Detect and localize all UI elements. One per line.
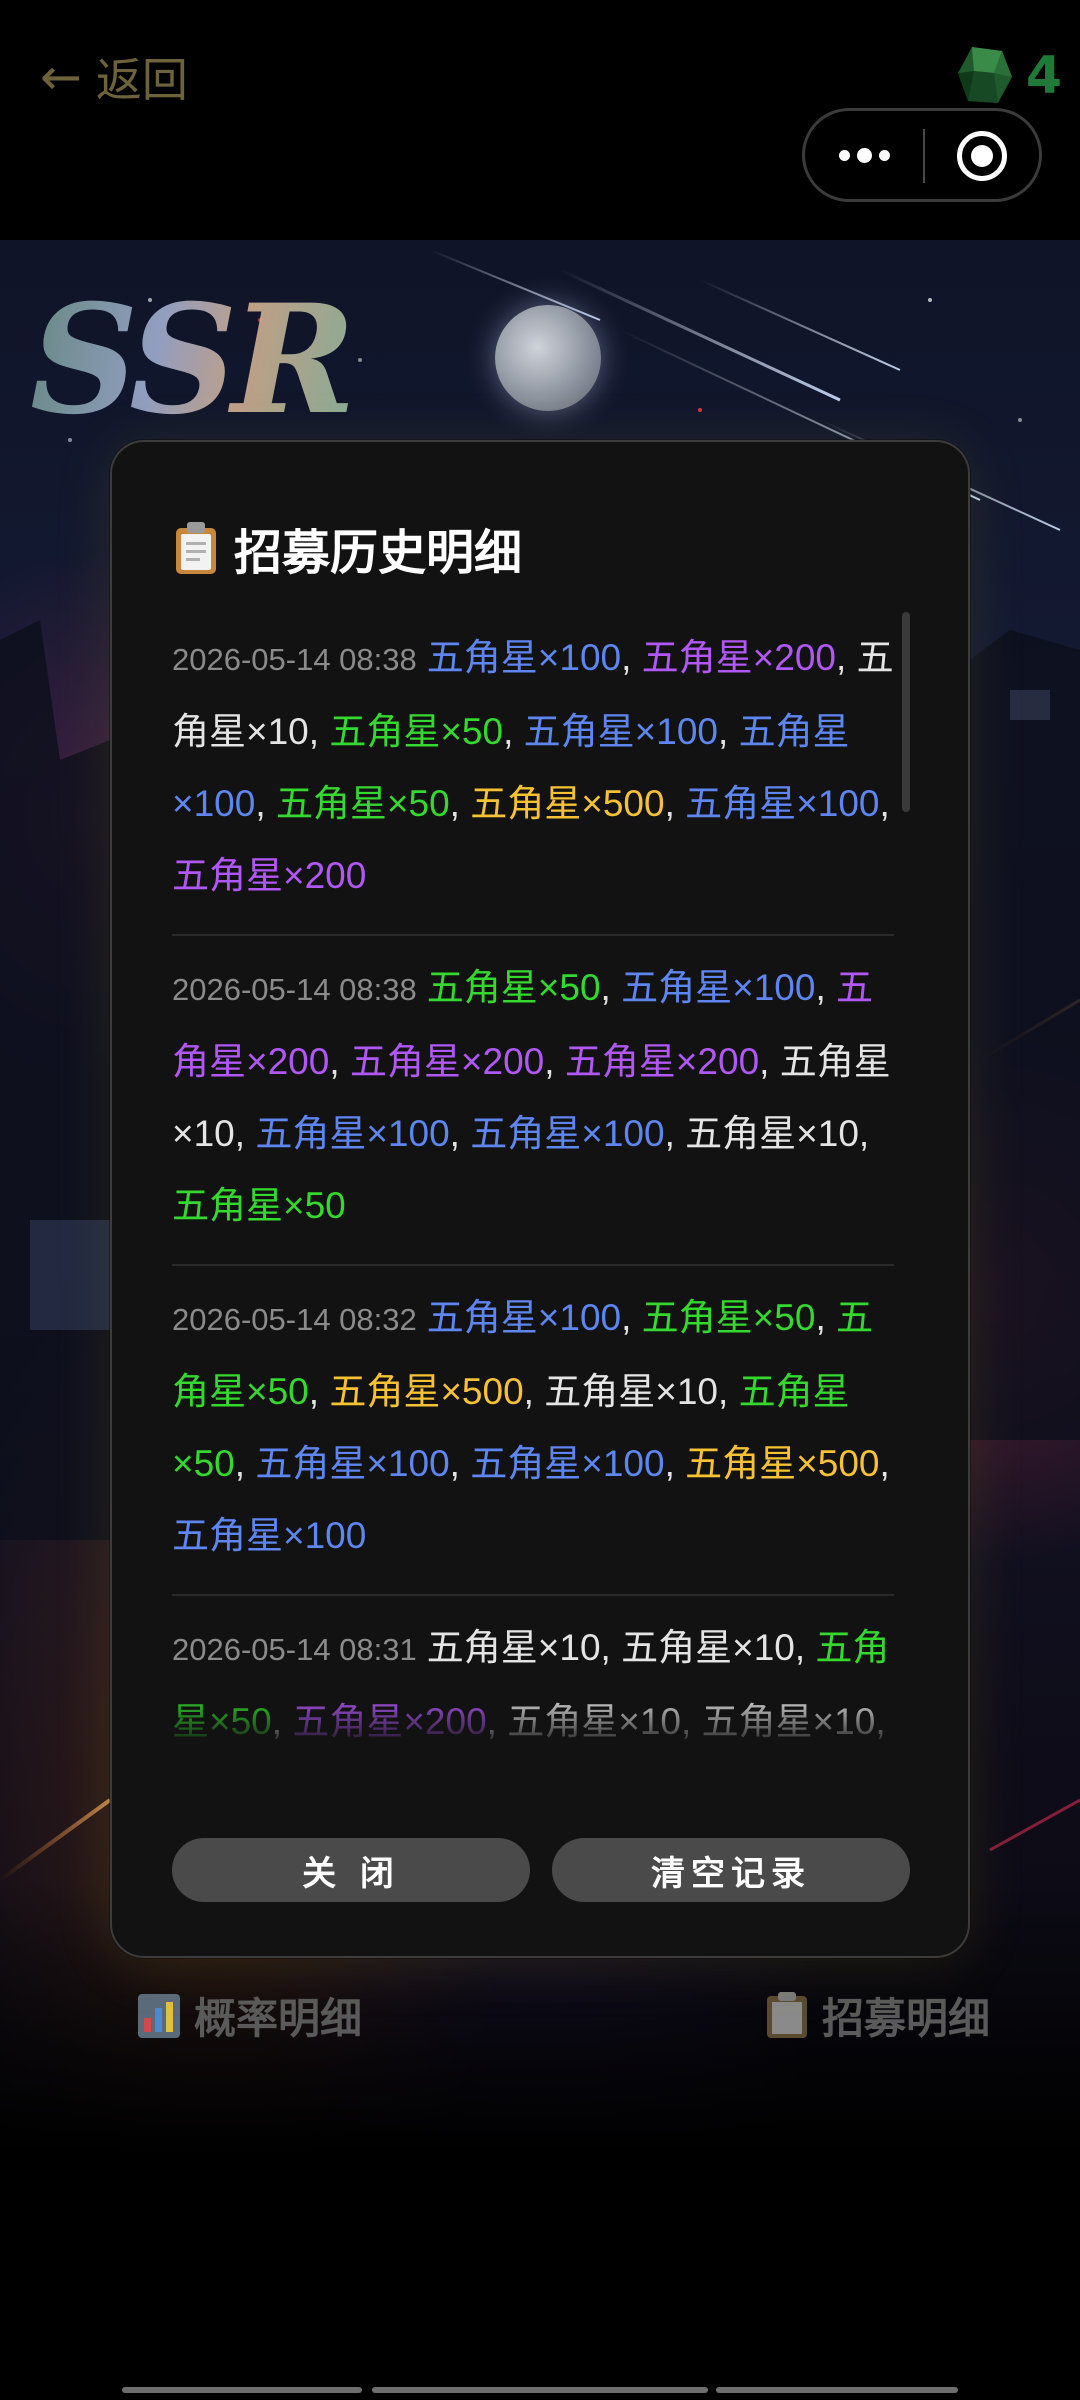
record-time: 2026-05-14 08:31 [172,1632,417,1667]
reward-item: 五角星×200 [641,637,837,678]
back-arrow-icon: ← [40,48,82,106]
reward-item: 五角星×500 [329,1371,524,1412]
item-separator: , [329,1041,350,1082]
reward-item: 五角星×50 [329,711,504,752]
gacha-screen: SSR 概率明细 招募明细 ← 返回 4 招募历史明细 2026-05-14 0… [0,0,1080,2400]
recruit-detail-link[interactable]: 招募明细 [764,1980,990,2050]
list-fade [172,1692,912,1756]
item-separator: , [718,711,739,752]
ssr-logo: SSR [30,272,356,448]
reward-item: 五角星×100 [255,1113,450,1154]
reward-item: 五角星×100 [523,711,718,752]
reward-item: 五角星×200 [172,855,367,896]
back-button[interactable]: ← 返回 [40,42,188,112]
clipboard-icon [176,522,216,574]
reward-item: 五角星×500 [685,1443,880,1484]
recruit-history-dialog: 招募历史明细 2026-05-14 08:38 五角星×100, 五角星×200,… [110,440,970,1958]
mini-program-capsule [802,108,1042,202]
history-record: 2026-05-14 08:38 五角星×100, 五角星×200, 五角星×10… [172,606,894,936]
item-separator: , [815,967,836,1008]
item-separator: , [308,711,330,752]
dialog-title: 招募历史明细 [172,508,522,588]
reward-item: 五角星×10 [685,1113,859,1154]
item-separator: , [449,783,471,824]
reward-item: 五角星×100 [426,637,622,678]
reward-item: 五角星×50 [641,1297,816,1338]
item-separator: , [664,1113,686,1154]
home-indicator-segment [716,2387,958,2393]
item-separator: , [308,1371,330,1412]
odds-detail-label: 概率明细 [194,1993,363,2043]
item-separator: , [503,711,524,752]
scrollbar[interactable] [902,612,910,1752]
bar-chart-icon [138,1994,180,2038]
reward-item: 五角星×100 [426,1297,622,1338]
record-time: 2026-05-14 08:38 [172,642,417,677]
reward-item: 五角星×50 [426,967,601,1008]
reward-item: 五角星×200 [349,1041,545,1082]
item-separator: , [621,1297,642,1338]
item-separator: , [600,967,622,1008]
history-record: 2026-05-14 08:38 五角星×50, 五角星×100, 五角星×200… [172,936,894,1266]
item-separator: , [718,1371,739,1412]
item-separator: , [664,1443,686,1484]
item-separator: , [858,1113,870,1154]
home-indicator-segment [372,2387,708,2393]
top-bar: ← 返回 4 [0,0,1080,240]
reward-item: 五角星×50 [172,1185,346,1226]
item-separator: , [664,783,686,824]
clipboard-icon [767,1992,807,2038]
item-separator: , [449,1113,471,1154]
reward-item: 五角星×100 [470,1113,665,1154]
reward-item: 五角星×100 [470,1443,665,1484]
exit-mini-program-button[interactable] [957,131,1007,181]
odds-detail-link[interactable]: 概率明细 [136,1980,362,2050]
currency-value: 4 [1025,46,1062,106]
item-separator: , [621,637,642,678]
reward-item: 五角星×100 [172,1515,367,1556]
item-separator: , [759,1041,780,1082]
record-time: 2026-05-14 08:38 [172,972,417,1007]
reward-item: 五角星×500 [470,783,665,824]
item-separator: , [544,1041,565,1082]
moon-decoration [495,305,601,411]
bottom-area [0,2160,1080,2400]
reward-item: 五角星×10 [544,1371,718,1412]
clear-records-button[interactable]: 清空记录 [552,1838,910,1902]
item-separator: , [234,1113,256,1154]
item-separator: , [449,1443,471,1484]
item-separator: , [794,1627,816,1668]
reward-item: 五角星×200 [564,1041,760,1082]
reward-item: 五角星×50 [275,783,450,824]
history-list[interactable]: 2026-05-14 08:38 五角星×100, 五角星×200, 五角星×10… [172,606,912,1756]
gem-icon [957,47,1012,103]
dialog-title-text: 招募历史明细 [234,525,523,581]
reward-item: 五角星×100 [685,783,880,824]
reward-item: 五角星×10 [426,1627,601,1668]
item-separator: , [523,1371,545,1412]
item-separator: , [836,637,857,678]
reward-item: 五角星×10 [621,1627,795,1668]
item-separator: , [255,783,276,824]
capsule-divider [923,129,925,183]
scrollbar-thumb[interactable] [902,612,910,812]
reward-item: 五角星×100 [255,1443,450,1484]
reward-item: 五角星×100 [621,967,816,1008]
item-separator: , [815,1297,836,1338]
item-separator: , [879,1443,890,1484]
currency-display: 4 [954,40,1062,112]
item-separator: , [600,1627,622,1668]
record-time: 2026-05-14 08:32 [172,1302,417,1337]
recruit-detail-label: 招募明细 [822,1993,991,2043]
back-label: 返回 [95,53,188,107]
item-separator: , [879,783,890,824]
history-record: 2026-05-14 08:32 五角星×100, 五角星×50, 五角星×50,… [172,1266,894,1596]
home-indicator-segment [122,2387,362,2393]
more-menu-button[interactable] [805,111,923,199]
item-separator: , [234,1443,256,1484]
close-button[interactable]: 关 闭 [172,1838,530,1902]
